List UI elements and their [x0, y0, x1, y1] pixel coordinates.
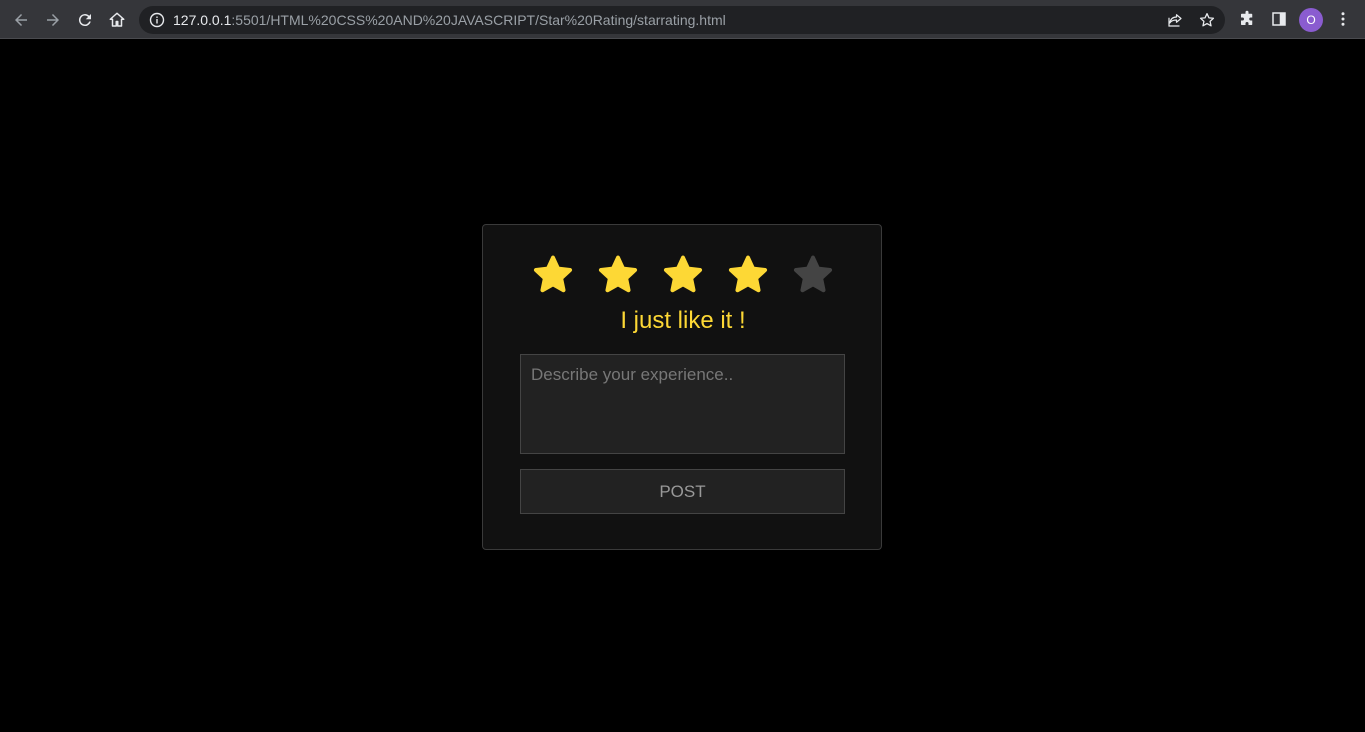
browser-toolbar: 127.0.0.1:5501/HTML%20CSS%20AND%20JAVASC…	[0, 0, 1365, 39]
side-panel-icon[interactable]	[1270, 10, 1288, 28]
star-4[interactable]	[724, 251, 772, 299]
experience-textarea[interactable]	[520, 354, 845, 454]
bookmark-star-icon[interactable]	[1198, 11, 1216, 29]
url-path: :5501/HTML%20CSS%20AND%20JAVASCRIPT/Star…	[231, 12, 726, 28]
url-text[interactable]: 127.0.0.1:5501/HTML%20CSS%20AND%20JAVASC…	[173, 12, 726, 28]
star-2[interactable]	[594, 251, 642, 299]
info-icon[interactable]	[149, 12, 165, 28]
rating-card: I just like it ! POST	[482, 224, 882, 550]
reload-icon	[78, 14, 91, 27]
post-button[interactable]: POST	[520, 469, 845, 514]
star-3[interactable]	[659, 251, 707, 299]
star-icon	[598, 255, 638, 293]
address-bar[interactable]: 127.0.0.1:5501/HTML%20CSS%20AND%20JAVASC…	[139, 6, 1225, 34]
star-icon	[793, 255, 833, 293]
url-host: 127.0.0.1	[173, 12, 232, 28]
profile-avatar[interactable]: O	[1299, 8, 1323, 32]
star-icon	[533, 255, 573, 293]
rating-label: I just like it !	[620, 307, 746, 334]
menu-kebab-icon[interactable]	[1334, 10, 1352, 28]
star-1[interactable]	[529, 251, 577, 299]
home-icon	[109, 12, 125, 27]
page-viewport: I just like it ! POST	[0, 40, 1365, 732]
reload-button[interactable]	[73, 8, 97, 32]
share-icon[interactable]	[1166, 11, 1184, 29]
star-5[interactable]	[789, 251, 837, 299]
star-rating[interactable]	[529, 251, 839, 299]
forward-arrow-icon	[47, 14, 59, 26]
back-arrow-icon	[15, 14, 27, 26]
back-button[interactable]	[9, 8, 33, 32]
extensions-puzzle-icon[interactable]	[1238, 10, 1256, 28]
home-button[interactable]	[105, 8, 129, 32]
star-icon	[663, 255, 703, 293]
forward-button[interactable]	[41, 8, 65, 32]
star-icon	[728, 255, 768, 293]
